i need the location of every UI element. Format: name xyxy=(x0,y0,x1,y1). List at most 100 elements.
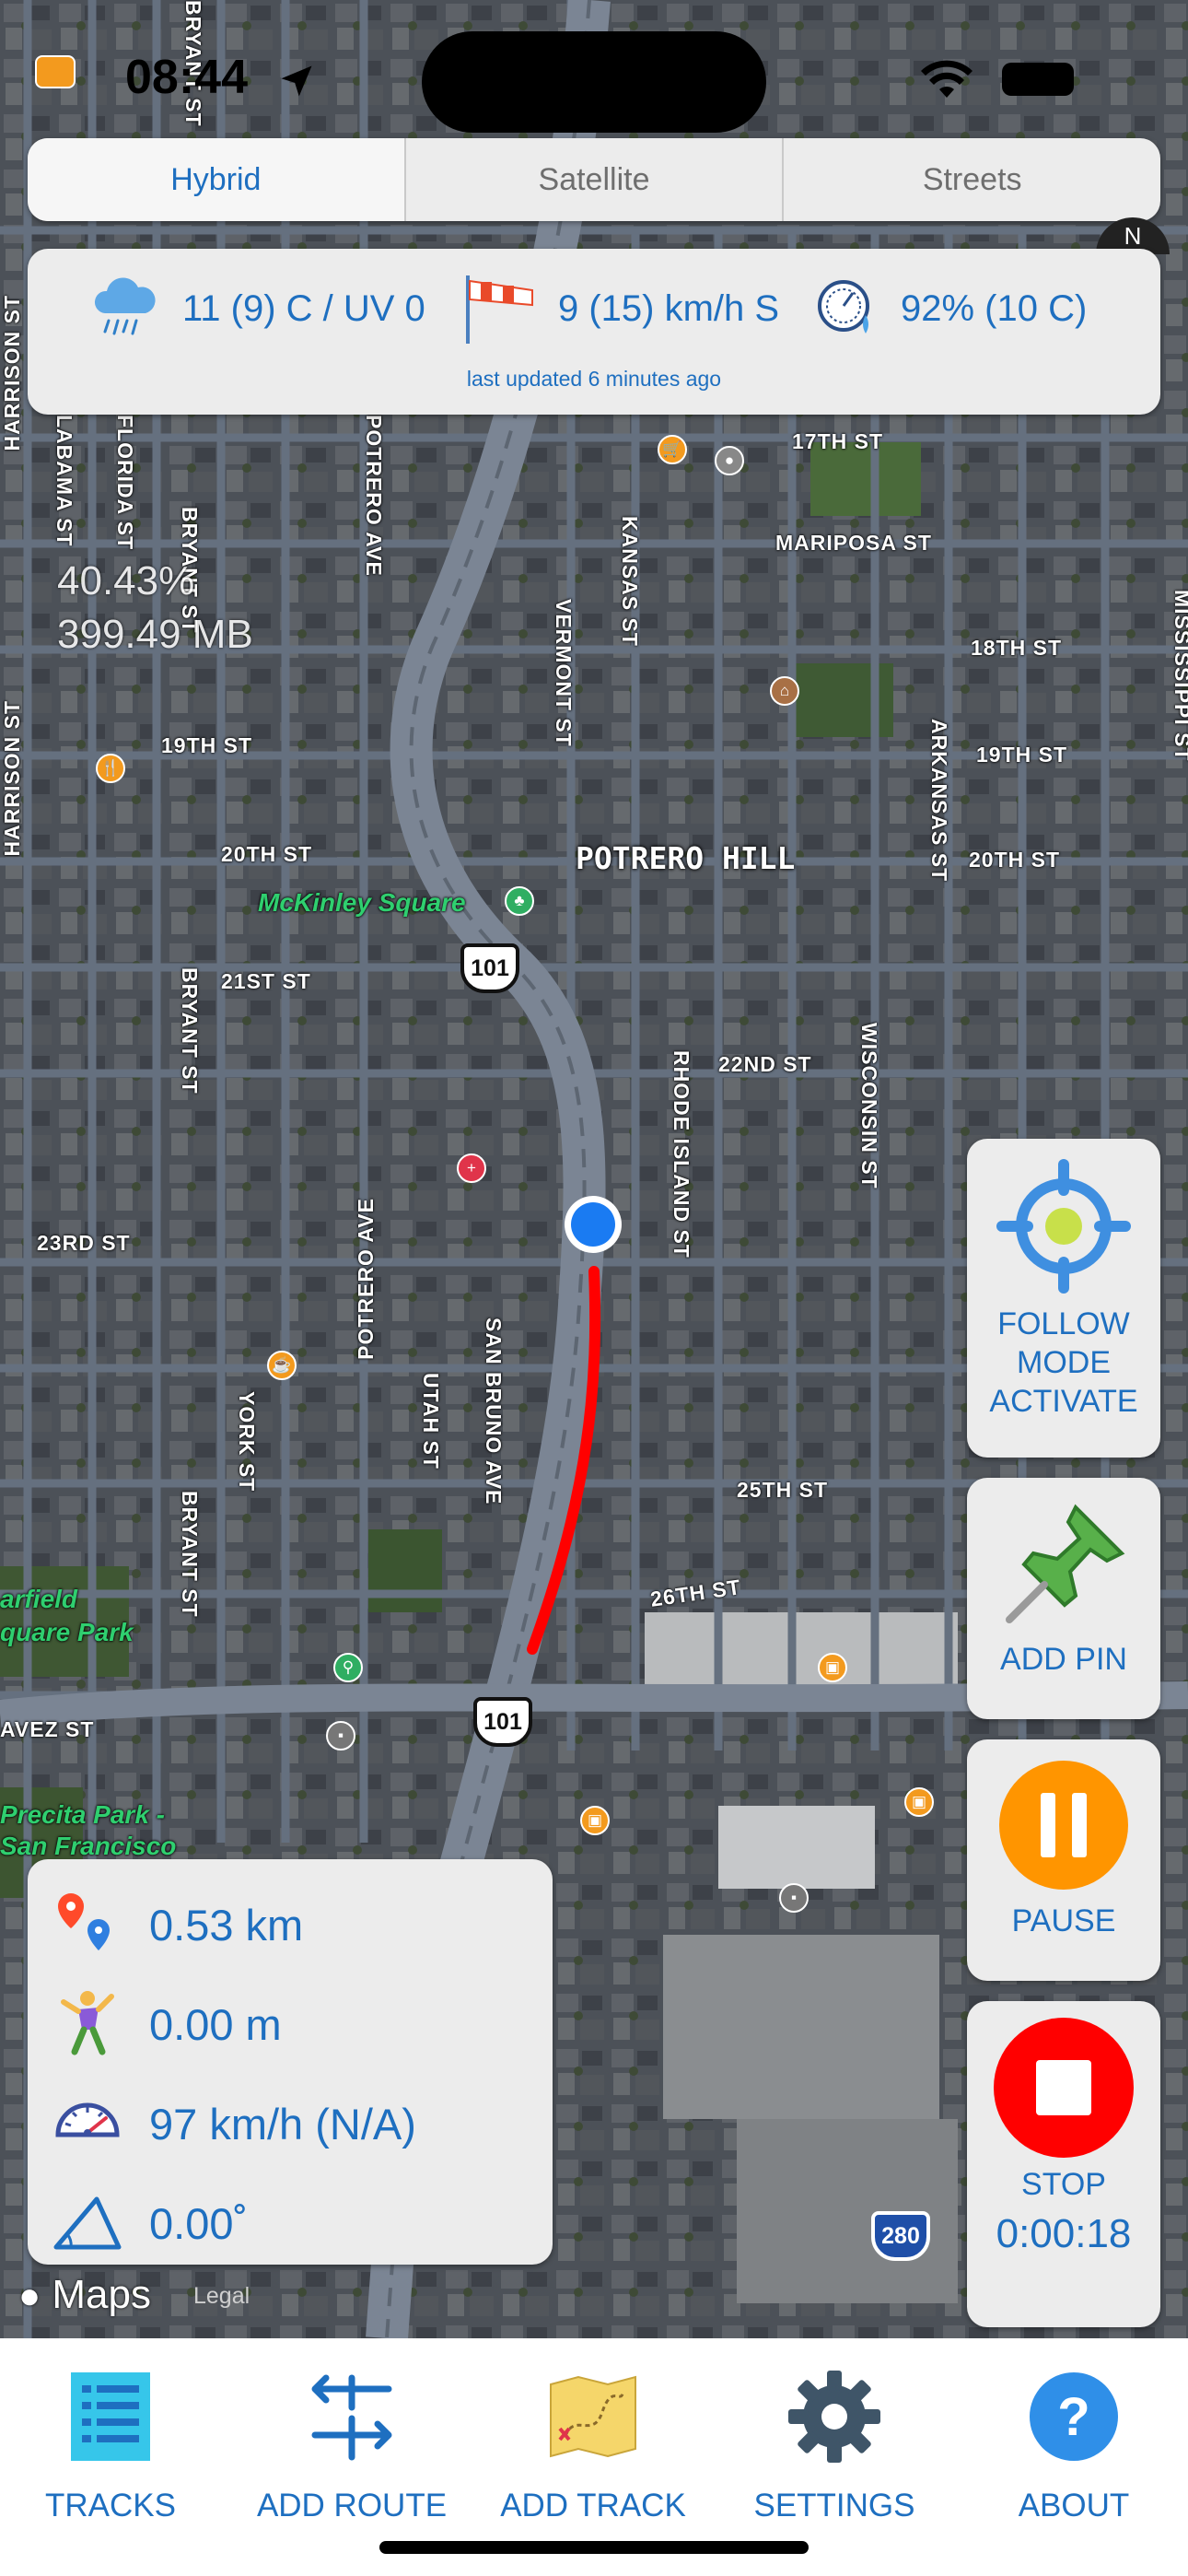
street-label: 25TH ST xyxy=(737,1478,829,1502)
museum-poi-icon[interactable]: ⌂ xyxy=(770,676,799,706)
park-label-precita: San Francisco xyxy=(0,1832,177,1860)
wifi-icon xyxy=(921,60,973,98)
highway-101-shield: 101 xyxy=(473,1697,532,1747)
street-label: 20TH ST xyxy=(969,848,1061,872)
highway-280-shield: 280 xyxy=(871,2211,930,2261)
hospital-poi-icon[interactable]: + xyxy=(457,1153,486,1183)
sports-poi-icon[interactable]: ⚲ xyxy=(333,1653,363,1682)
tab-add-route[interactable]: ADD ROUTE xyxy=(241,2366,462,2524)
pause-button[interactable]: PAUSE xyxy=(967,1739,1160,1981)
hygrometer-icon xyxy=(818,280,869,334)
speed-row: 97 km/h (N/A) xyxy=(46,2082,416,2165)
weather-updated-text: last updated 6 minutes ago xyxy=(466,367,722,391)
street-label: 20TH ST xyxy=(221,842,313,866)
business-poi-icon[interactable]: ▣ xyxy=(818,1653,847,1682)
street-label: SAN BRUNO AVE xyxy=(482,1317,506,1505)
street-label: VERMONT ST xyxy=(552,599,576,747)
street-label: AVEZ ST xyxy=(0,1717,95,1741)
street-label: ARKANSAS ST xyxy=(927,719,951,883)
business-poi-icon[interactable]: ▣ xyxy=(904,1787,934,1817)
street-label: RHODE ISLAND ST xyxy=(670,1050,693,1259)
weather-temperature: 11 (9) C / UV 0 xyxy=(88,276,425,341)
question-icon: ? xyxy=(1030,2372,1118,2461)
stop-icon xyxy=(994,2018,1134,2158)
temperature-text: 11 (9) C / UV 0 xyxy=(182,287,425,329)
speedometer-icon xyxy=(55,2102,120,2137)
add-pin-button[interactable]: ADD PIN xyxy=(967,1478,1160,1719)
park-label-mckinley: McKinley Square xyxy=(258,888,466,917)
shopping-poi-icon[interactable]: 🛒 xyxy=(658,435,687,464)
tab-settings[interactable]: SETTINGS xyxy=(724,2366,945,2524)
poi-icon[interactable]: ● xyxy=(715,446,744,475)
svg-text:?: ? xyxy=(1057,2387,1089,2447)
segment-streets[interactable]: Streets xyxy=(784,138,1160,221)
list-icon xyxy=(71,2372,150,2461)
cafe-poi-icon[interactable]: ☕ xyxy=(267,1351,297,1380)
stop-button[interactable]: STOP 0:00:18 xyxy=(967,2001,1160,2327)
street-label: MISSISSIPPI ST xyxy=(1171,590,1188,762)
tab-about-label: ABOUT xyxy=(1018,2488,1130,2523)
street-label: BRYANT ST xyxy=(178,1491,202,1618)
street-label: POTRERO AVE xyxy=(362,415,386,577)
distance-pins-icon xyxy=(58,1893,110,1950)
pause-icon xyxy=(999,1761,1128,1890)
rain-cloud-icon xyxy=(94,277,156,335)
tab-add-track[interactable]: ADD TRACK xyxy=(483,2366,704,2524)
navigation-arrow-icon xyxy=(281,65,312,97)
street-label: LABAMA ST xyxy=(52,415,76,547)
climber-icon xyxy=(61,1991,114,2055)
parking-poi-icon[interactable]: ▪ xyxy=(326,1721,355,1751)
street-label: POTRERO AVE xyxy=(354,1198,378,1360)
map-type-segmented-control: Hybrid Satellite Streets xyxy=(28,138,1160,221)
home-indicator xyxy=(379,2541,809,2554)
tab-tracks[interactable]: TRACKS xyxy=(0,2366,221,2524)
status-time: 08:44 xyxy=(125,51,248,104)
battery-icon xyxy=(1002,63,1074,96)
add-pin-label: ADD PIN xyxy=(1000,1642,1127,1677)
legal-link[interactable]: Legal xyxy=(193,2283,250,2310)
status-bar: 08:44 xyxy=(0,0,1188,138)
park-poi-icon[interactable]: ♣ xyxy=(505,886,534,916)
humidity-text: 92% (10 C) xyxy=(901,287,1088,329)
map-cache-percent: 40.43% xyxy=(57,558,195,603)
street-label: 23RD ST xyxy=(37,1231,131,1255)
wind-text: 9 (15) km/h S xyxy=(558,287,780,329)
apple-icon: ● xyxy=(18,2276,41,2316)
street-label: 19TH ST xyxy=(976,743,1068,767)
street-label: HARRISON ST xyxy=(0,700,24,857)
street-label: 19TH ST xyxy=(161,733,253,757)
segment-satellite[interactable]: Satellite xyxy=(406,138,785,221)
apple-maps-attribution[interactable]: ● Maps xyxy=(18,2272,151,2318)
treasure-map-icon xyxy=(550,2375,636,2458)
street-label: HARRISON ST xyxy=(0,295,24,451)
follow-mode-button[interactable]: FOLLOW MODE ACTIVATE xyxy=(967,1139,1160,1458)
restaurant-poi-icon[interactable]: 🍴 xyxy=(96,754,125,783)
weather-humidity: 92% (10 C) xyxy=(812,276,1087,341)
distance-value: 0.53 km xyxy=(149,1900,304,1950)
elevation-value: 0.00 m xyxy=(149,1999,282,2049)
segment-hybrid[interactable]: Hybrid xyxy=(28,138,406,221)
street-label: YORK ST xyxy=(235,1391,259,1493)
street-label: UTAH ST xyxy=(419,1373,443,1469)
highway-101-shield: 101 xyxy=(460,943,519,993)
street-label: 22ND ST xyxy=(718,1052,812,1076)
tab-tracks-label: TRACKS xyxy=(45,2488,176,2523)
tab-about[interactable]: ? ABOUT xyxy=(963,2366,1184,2524)
elapsed-time: 0:00:18 xyxy=(996,2211,1132,2256)
street-label: KANSAS ST xyxy=(618,516,642,647)
briefcase-icon xyxy=(35,55,76,88)
stop-label: STOP xyxy=(1021,2167,1106,2202)
parking-poi-icon[interactable]: ▪ xyxy=(779,1883,809,1913)
weather-panel: 11 (9) C / UV 0 9 (15) km/h S 92% (10 C)… xyxy=(28,249,1160,415)
park-label-garfield: arfield xyxy=(0,1585,78,1613)
street-label: 21ST ST xyxy=(221,969,311,993)
windsock-icon xyxy=(466,275,533,344)
slope-value: 0.00˚ xyxy=(149,2198,249,2248)
business-poi-icon[interactable]: ▣ xyxy=(580,1806,610,1835)
tab-settings-label: SETTINGS xyxy=(753,2488,915,2523)
elevation-row: 0.00 m xyxy=(46,1983,282,2066)
arrows-icon xyxy=(311,2374,392,2461)
tab-add-track-label: ADD TRACK xyxy=(500,2488,686,2523)
street-label: 17TH ST xyxy=(792,429,884,453)
street-label: 18TH ST xyxy=(971,636,1063,660)
